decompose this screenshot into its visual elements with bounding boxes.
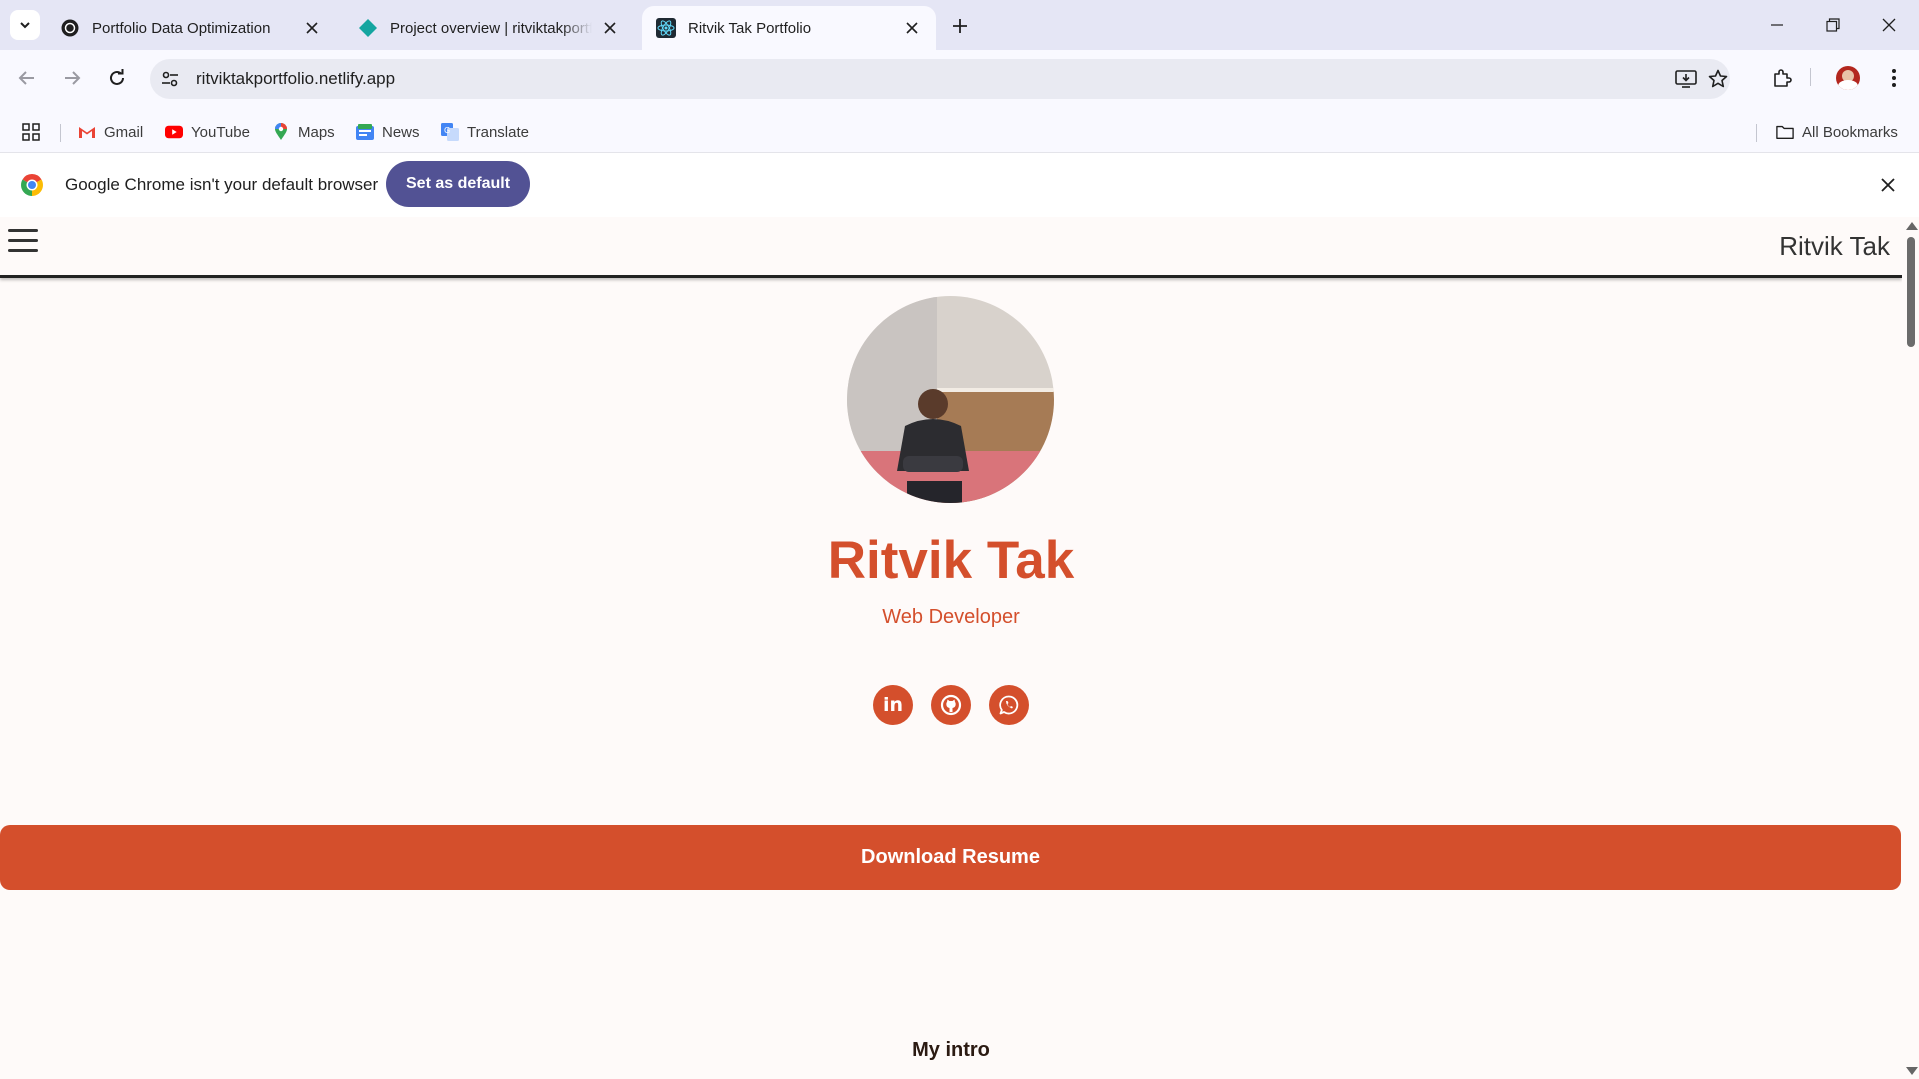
svg-text:G: G [444,126,450,135]
bookmark-label: News [382,123,420,141]
chevron-down-icon [20,22,30,29]
translate-icon: G [441,123,459,141]
extensions-button[interactable] [1766,62,1798,94]
toolbar-divider [1810,68,1811,86]
url-text[interactable]: ritviktakportfolio.netlify.app [196,59,395,99]
minimize-button[interactable] [1752,10,1802,40]
github-button[interactable] [931,685,971,725]
reload-icon [110,69,124,85]
bookmark-maps[interactable]: Maps [272,110,335,154]
chrome-logo-icon [21,174,43,196]
forward-button[interactable] [54,60,90,96]
close-icon [1882,18,1896,32]
more-vert-icon [1892,69,1896,87]
restore-button[interactable] [1808,10,1858,40]
tab-title: Portfolio Data Optimization [92,19,271,37]
default-browser-infobar: Google Chrome isn't your default browser… [0,152,1919,218]
maps-icon [272,123,290,141]
tab-search-button[interactable] [10,10,40,40]
linkedin-icon: in [882,694,904,716]
scroll-up-arrow-icon[interactable] [1906,222,1918,230]
bookmarks-divider [1756,124,1757,142]
netlify-icon [358,18,378,38]
tab-title: Project overview | ritviktakportfolio [390,19,592,37]
tab-portfolio-data-optimization[interactable]: Portfolio Data Optimization [46,6,336,50]
bookmark-news[interactable]: News [356,110,420,154]
page-scrollbar[interactable] [1902,217,1919,1079]
back-button[interactable] [9,60,45,96]
tab-ritvik-tak-portfolio[interactable]: Ritvik Tak Portfolio [642,6,936,50]
bookmark-label: Gmail [104,123,144,141]
tab-strip: Portfolio Data Optimization Project over… [0,0,1919,50]
bookmarks-bar: Gmail YouTube Maps News G Translate All … [0,110,1919,154]
reload-button[interactable] [99,60,135,96]
bookmarks-divider [60,124,61,142]
apps-button[interactable] [22,110,40,154]
folder-icon [1776,123,1794,141]
close-icon[interactable] [902,18,922,38]
infobar-message: Google Chrome isn't your default browser [65,175,379,194]
close-window-button[interactable] [1864,10,1914,40]
avatar [1836,66,1860,90]
hero-role: Web Developer [882,606,1020,628]
plus-icon [953,19,967,33]
github-icon [940,694,962,716]
all-bookmarks-button[interactable]: All Bookmarks [1776,110,1898,154]
close-icon[interactable] [600,18,620,38]
bookmark-gmail[interactable]: Gmail [78,110,143,154]
bookmark-translate[interactable]: G Translate [441,110,529,154]
address-bar[interactable]: ritviktakportfolio.netlify.app [150,59,1730,99]
download-resume-button[interactable]: Download Resume [0,825,1901,890]
tab-project-overview[interactable]: Project overview | ritviktakportfolio [344,6,634,50]
arrow-left-icon [18,71,34,85]
hamburger-menu-icon[interactable] [8,229,38,255]
bookmark-label: YouTube [191,123,250,141]
install-app-icon[interactable] [1674,67,1698,91]
site-settings-icon[interactable] [160,69,180,89]
scroll-down-arrow-icon[interactable] [1906,1067,1918,1075]
gmail-icon [78,123,96,141]
whatsapp-icon [999,695,1019,715]
restore-icon [1826,18,1840,32]
webpage: Ritvik Tak Ritvik Tak Web Developer in D… [0,217,1919,1079]
close-icon[interactable] [1876,173,1900,197]
new-tab-button[interactable] [948,14,972,38]
minimize-icon [1771,24,1783,26]
apps-grid-icon [22,123,40,141]
browser-toolbar: ritviktakportfolio.netlify.app Gmail You… [0,50,1919,158]
profile-button[interactable] [1832,62,1864,94]
set-as-default-button[interactable]: Set as default [386,161,531,207]
bookmark-label: Translate [467,123,529,141]
bookmark-label: Maps [298,123,335,141]
openai-icon [60,18,80,38]
profile-photo [847,296,1054,503]
intro-heading: My intro [912,1039,990,1061]
linkedin-button[interactable]: in [873,685,913,725]
react-icon [656,18,676,38]
news-icon [356,123,374,141]
arrow-right-icon [65,71,81,85]
chrome-menu-button[interactable] [1878,62,1910,94]
whatsapp-button[interactable] [989,685,1029,725]
bookmark-youtube[interactable]: YouTube [165,110,250,154]
site-brand[interactable]: Ritvik Tak [1779,231,1890,262]
all-bookmarks-label: All Bookmarks [1802,123,1898,141]
hero-name: Ritvik Tak [827,531,1075,590]
star-icon[interactable] [1706,67,1730,91]
scrollbar-thumb[interactable] [1907,237,1915,347]
site-header: Ritvik Tak [0,217,1902,278]
puzzle-icon [1774,69,1792,87]
youtube-icon [165,123,183,141]
tab-title: Ritvik Tak Portfolio [688,19,812,37]
close-icon[interactable] [302,18,322,38]
